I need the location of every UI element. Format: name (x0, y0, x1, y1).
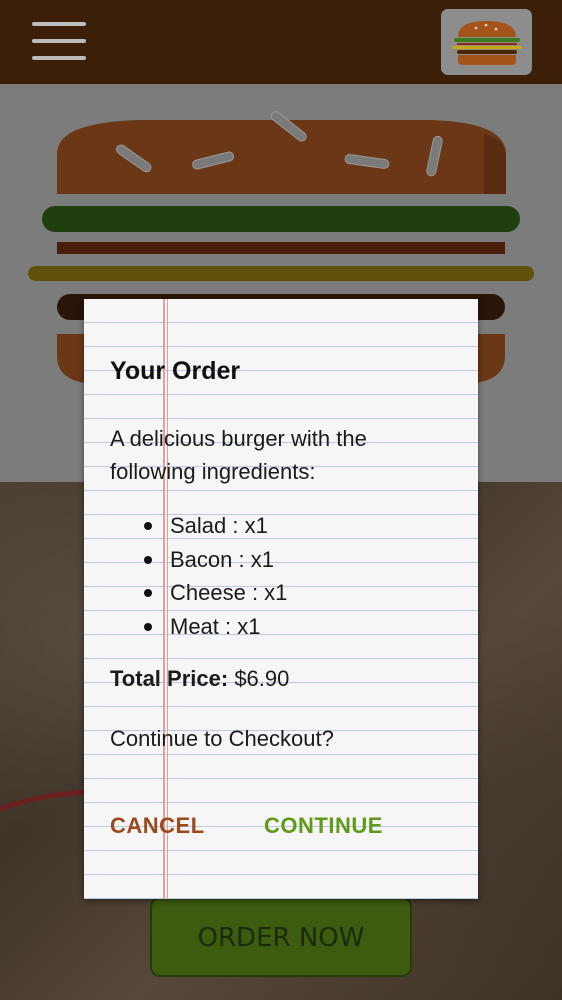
dialog-title: Your Order (110, 357, 241, 385)
cancel-button[interactable]: CANCEL (110, 813, 205, 839)
total-price-label: Total Price: (110, 666, 229, 691)
menu-line-2 (32, 39, 86, 43)
menu-line-1 (32, 22, 86, 26)
total-price-value: $6.90 (234, 666, 290, 691)
ingredients-list: Salad : x1 Bacon : x1 Cheese : x1 Meat :… (144, 509, 287, 643)
burger-logo-icon (441, 9, 532, 75)
ingredient-bacon: Bacon : x1 (144, 543, 287, 577)
toolbar (0, 0, 562, 84)
continue-button[interactable]: CONTINUE (264, 813, 383, 839)
ingredient-cheese: Cheese : x1 (144, 576, 287, 610)
ingredient-meat: Meat : x1 (144, 610, 287, 644)
checkout-question: Continue to Checkout? (110, 726, 334, 751)
order-now-button[interactable]: ORDER NOW (150, 897, 412, 977)
hamburger-menu-icon[interactable] (32, 20, 88, 64)
menu-line-3 (32, 56, 86, 60)
ingredient-salad: Salad : x1 (144, 509, 287, 543)
order-dialog: Your Order A delicious burger with the f… (84, 299, 478, 899)
total-price: Total Price: $6.90 (110, 666, 289, 692)
order-description: A delicious burger with the following in… (110, 426, 367, 484)
